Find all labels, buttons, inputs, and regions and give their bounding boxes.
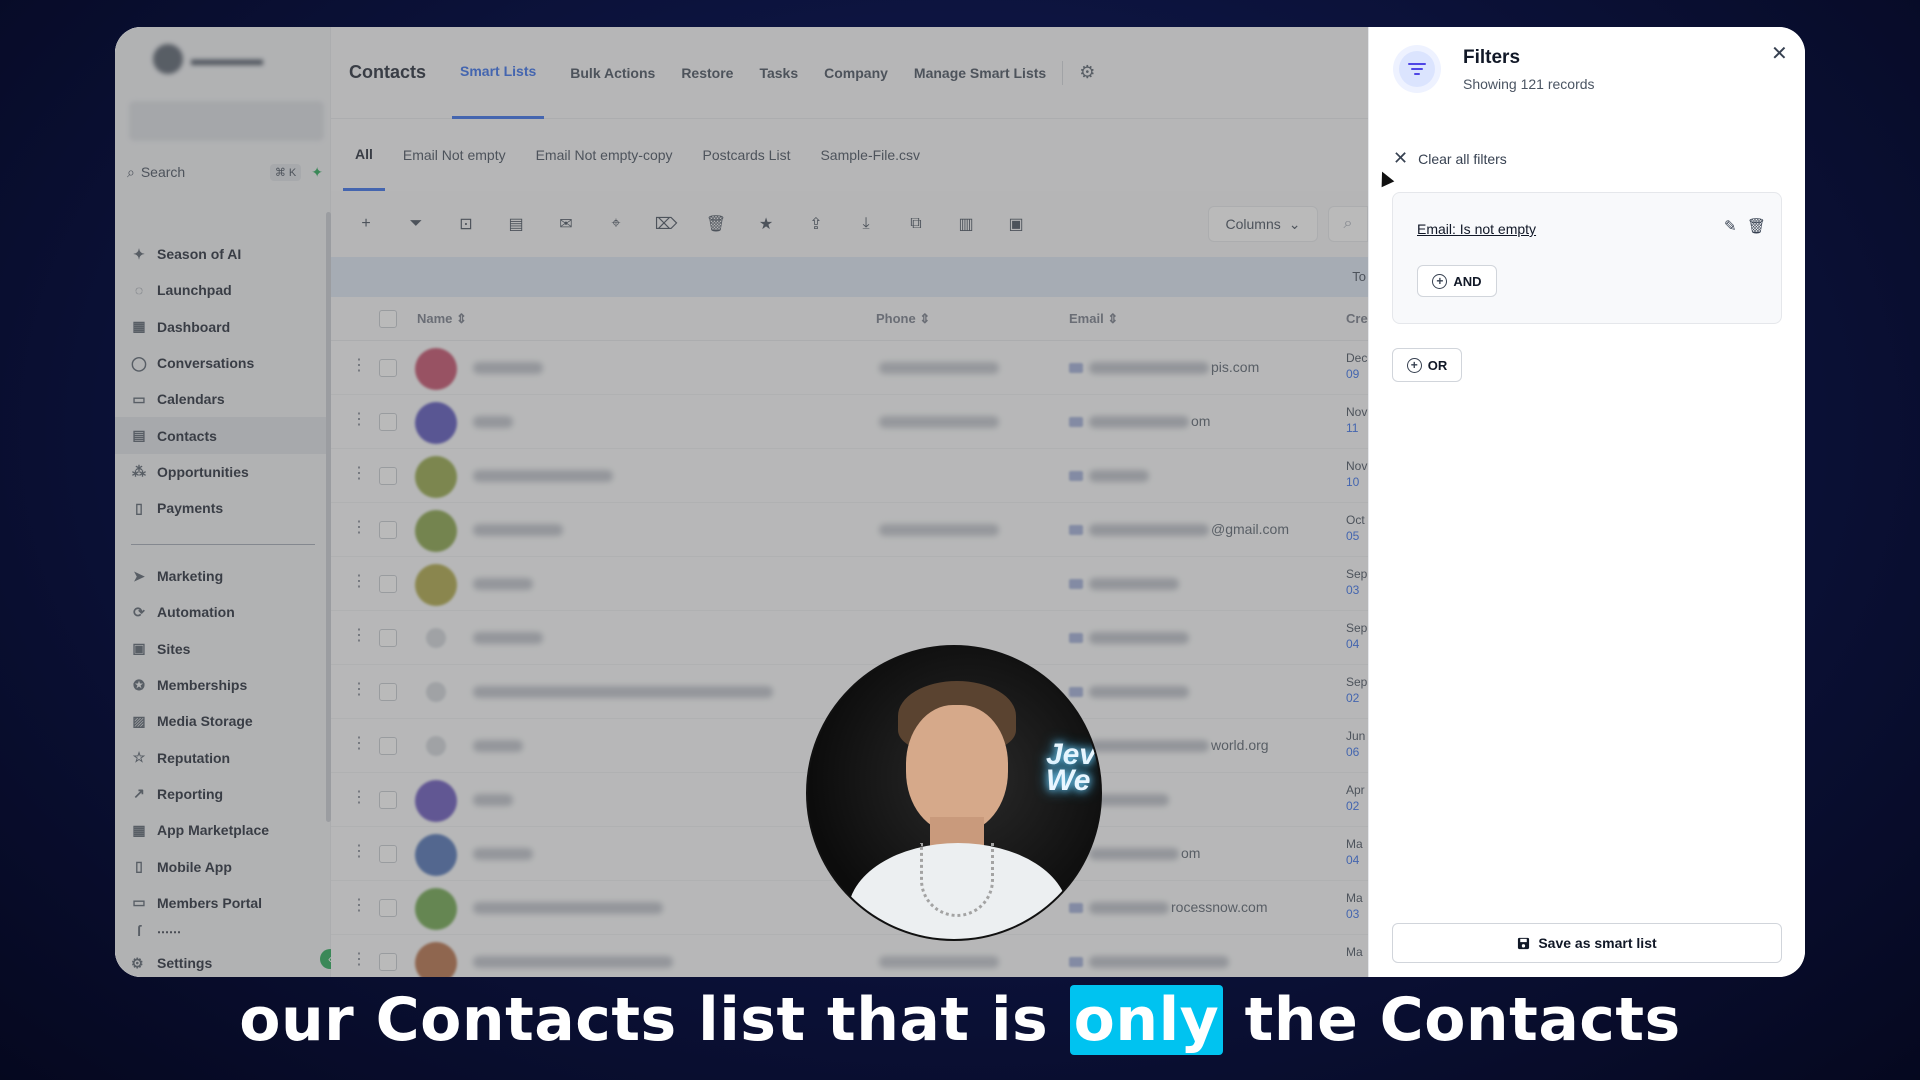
presenter-chain [920, 843, 994, 917]
webcam-overlay: Jev We [806, 645, 1102, 941]
presenter-face [906, 705, 1008, 833]
neon-sign: Jev We [1046, 740, 1096, 796]
filters-panel: Filters Showing 121 records ✕ ✕ Clear al… [1368, 27, 1805, 977]
filter-lines-icon [1399, 51, 1435, 87]
trash-icon[interactable]: 🗑 [1747, 217, 1766, 235]
modal-overlay[interactable] [115, 27, 1368, 977]
caption-after: the Contacts [1223, 985, 1681, 1055]
and-button[interactable]: + AND [1417, 265, 1497, 297]
or-label: OR [1427, 357, 1448, 373]
neon-line-2: We [1045, 763, 1091, 797]
edit-icon[interactable]: ✎ [1724, 217, 1737, 235]
close-icon[interactable]: ✕ [1771, 41, 1788, 66]
clear-all-filters-button[interactable]: ✕ Clear all filters [1393, 148, 1507, 169]
clear-all-label: Clear all filters [1418, 150, 1507, 167]
save-label: Save as smart list [1538, 935, 1657, 951]
caption-before: our Contacts list that is [239, 985, 1070, 1055]
records-count: Showing 121 records [1463, 76, 1595, 92]
and-label: AND [1453, 273, 1482, 289]
filter-condition[interactable]: Email: Is not empty [1417, 221, 1536, 237]
save-icon [1518, 937, 1530, 949]
plus-circle-icon: + [1406, 357, 1422, 373]
caption-highlight: only [1069, 985, 1224, 1055]
video-caption: our Contacts list that is only the Conta… [0, 985, 1920, 1055]
filter-badge [1393, 45, 1441, 93]
filters-title: Filters [1463, 47, 1521, 68]
crm-app: ▬▬▬▬ ⌕ Search ⌘ K ✦ ✦ Season of AI ◌ Launch… [115, 27, 1368, 977]
save-smart-list-button[interactable]: Save as smart list [1392, 923, 1782, 963]
or-button[interactable]: + OR [1392, 348, 1462, 382]
plus-circle-icon: + [1432, 273, 1448, 289]
clear-icon: ✕ [1393, 148, 1409, 168]
filter-group-card: Email: Is not empty ✎ 🗑 + AND [1392, 192, 1782, 324]
